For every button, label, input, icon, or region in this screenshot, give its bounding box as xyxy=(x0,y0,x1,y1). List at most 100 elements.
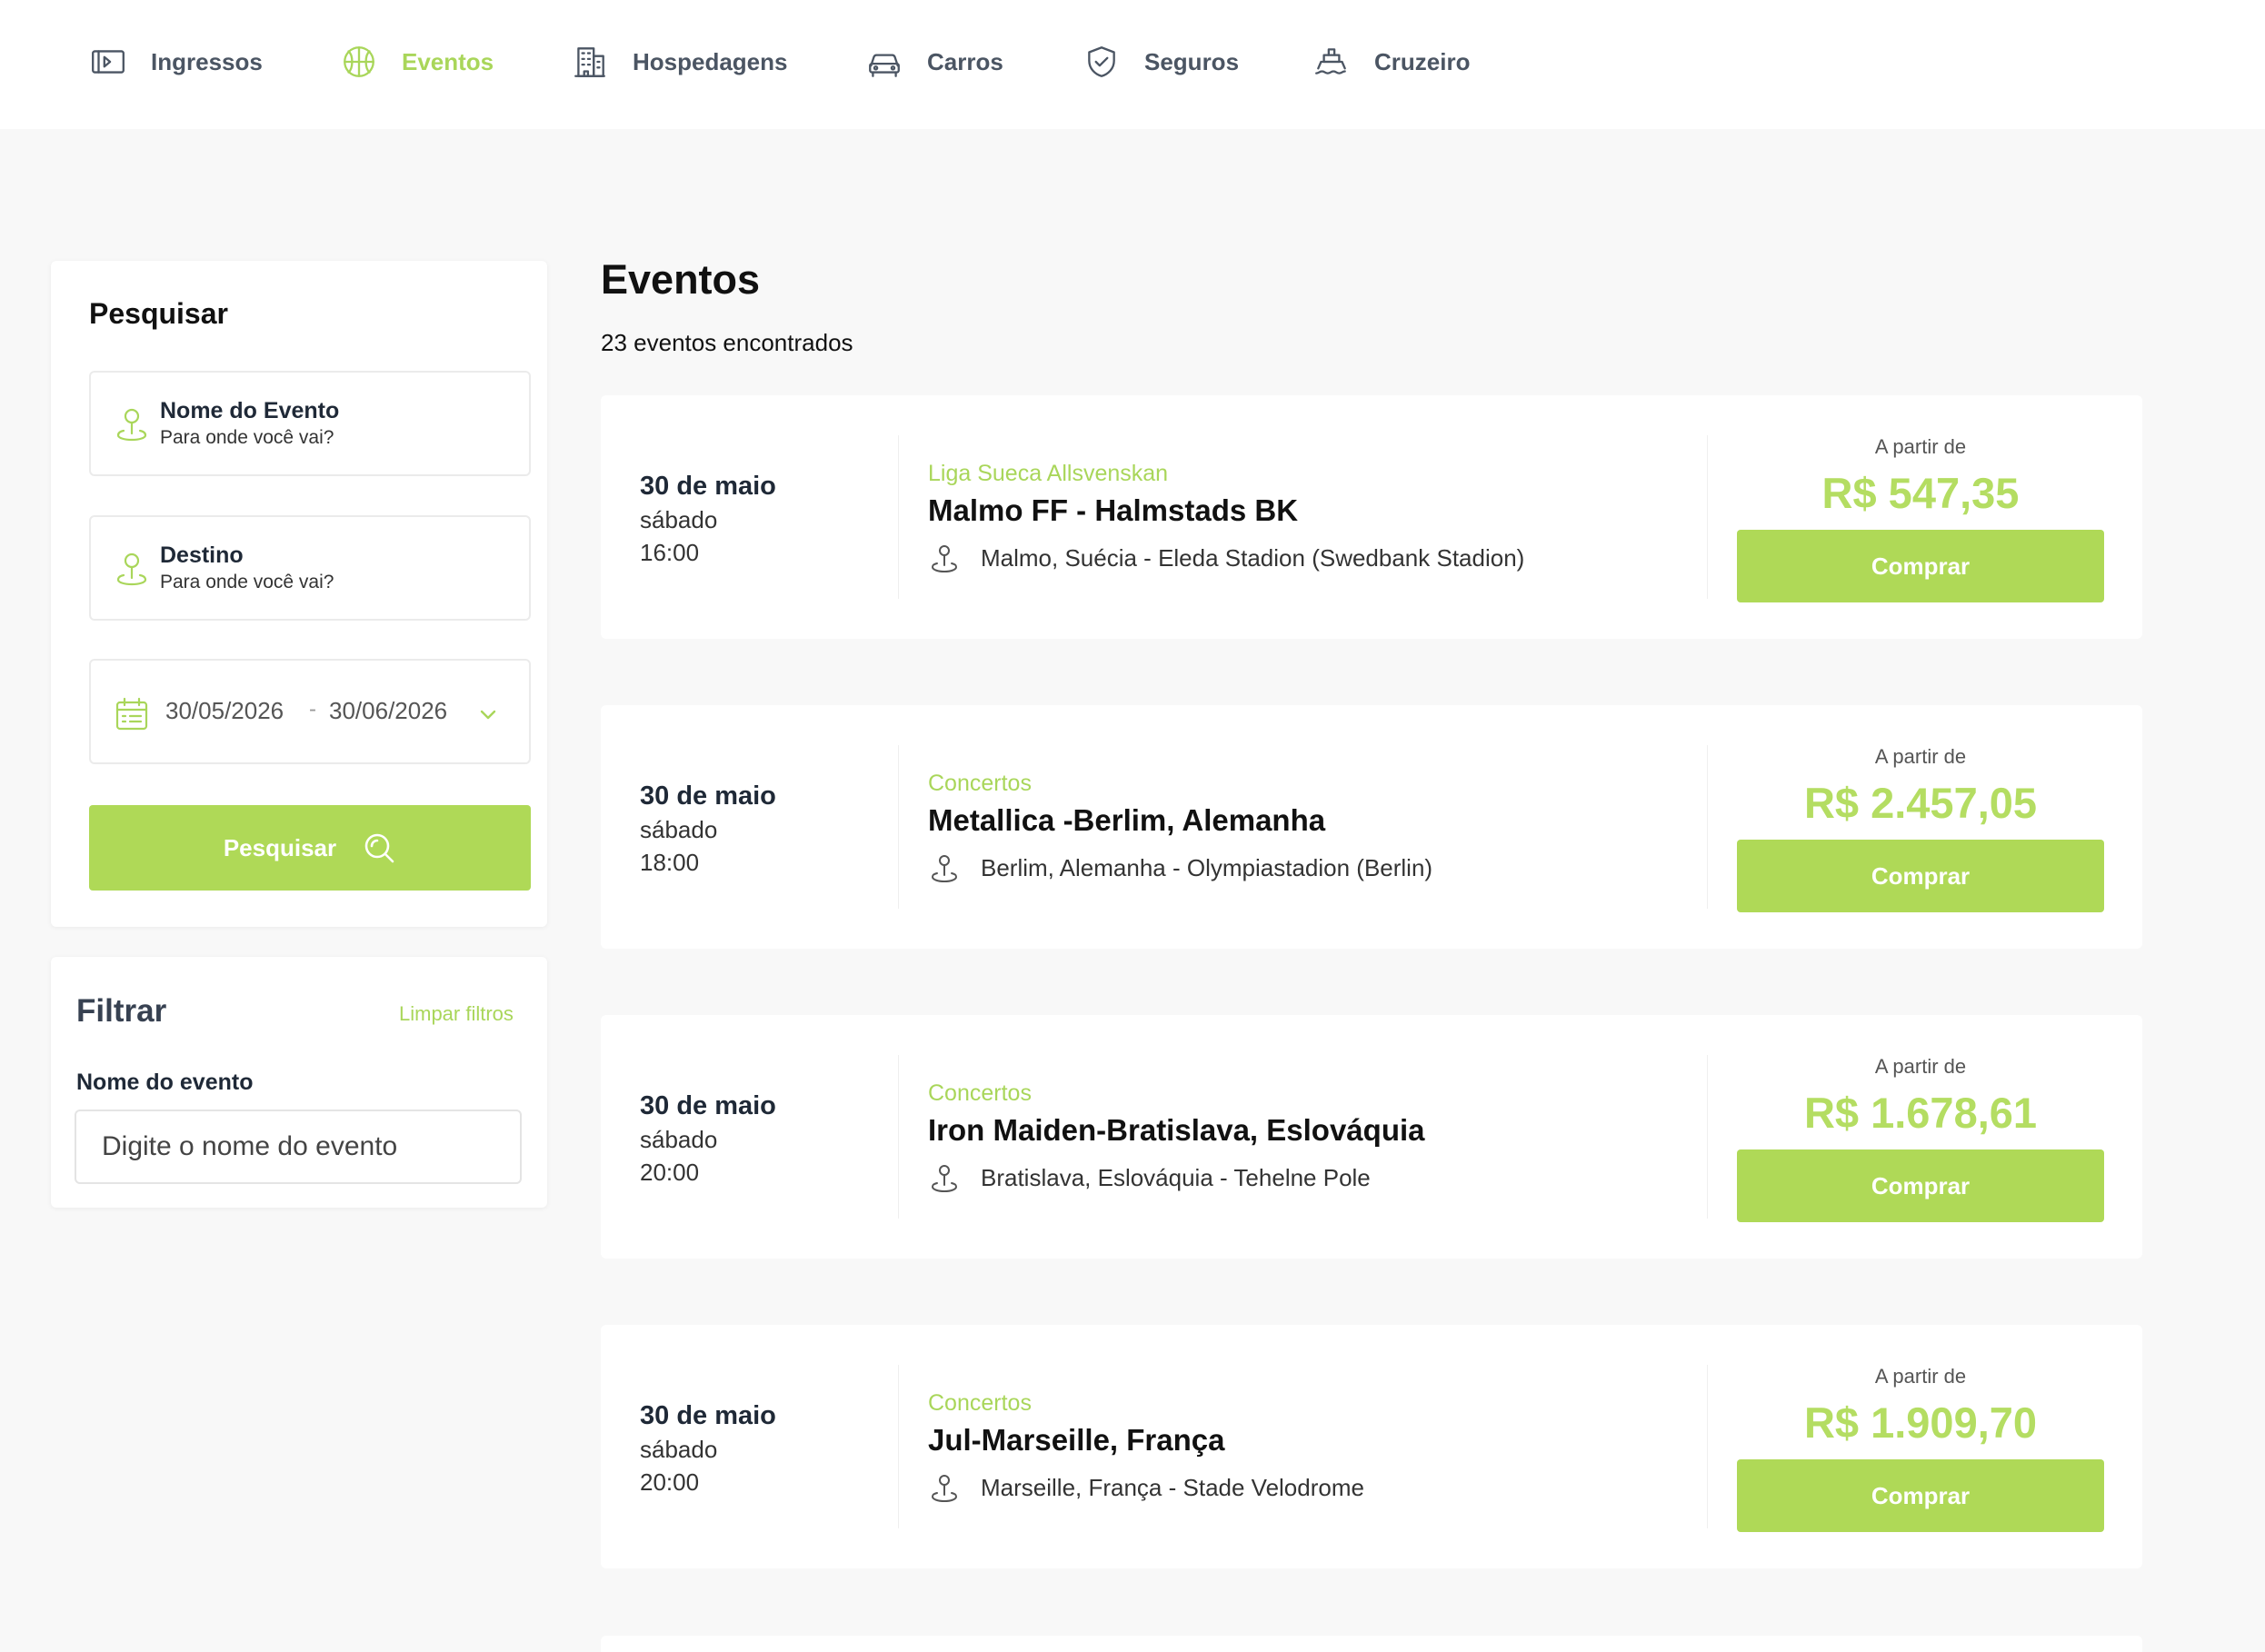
search-panel: Pesquisar Nome do Evento Para onde você … xyxy=(51,261,547,927)
date-separator: - xyxy=(309,697,316,722)
nav-label: Eventos xyxy=(402,47,494,75)
divider xyxy=(898,1365,899,1528)
search-button[interactable]: Pesquisar xyxy=(89,805,531,891)
nav-label: Carros xyxy=(927,47,1003,75)
price-label: A partir de xyxy=(1874,745,1967,768)
event-price: R$ 2.457,05 xyxy=(1803,779,2038,827)
search-title: Pesquisar xyxy=(89,297,228,330)
location-pin-icon xyxy=(116,552,147,586)
search-button-label: Pesquisar xyxy=(223,833,337,861)
event-name-filter-label: Nome do evento xyxy=(76,1070,254,1095)
event-date: 30 de maio xyxy=(640,1091,776,1120)
event-name-field-title: Nome do Evento xyxy=(160,398,340,423)
divider xyxy=(898,1055,899,1219)
divider xyxy=(1707,1055,1708,1219)
date-start: 30/05/2026 xyxy=(165,697,284,724)
event-venue: Berlim, Alemanha - Olympiastadion (Berli… xyxy=(981,854,1433,881)
buy-button[interactable]: Comprar xyxy=(1737,1459,2104,1532)
car-icon xyxy=(869,54,900,77)
filter-panel: Filtrar Limpar filtros Nome do evento xyxy=(51,957,547,1208)
buy-button[interactable]: Comprar xyxy=(1737,1149,2104,1222)
event-name-field-subtitle: Para onde você vai? xyxy=(160,427,334,448)
building-icon xyxy=(574,47,605,77)
event-time: 18:00 xyxy=(640,849,700,876)
calendar-icon xyxy=(115,697,148,731)
event-name-field[interactable]: Nome do Evento Para onde você vai? xyxy=(89,371,531,476)
event-category: Concertos xyxy=(928,1080,1032,1106)
clear-filters-link[interactable]: Limpar filtros xyxy=(399,1002,514,1026)
nav-item-hospedagens[interactable]: Hospedagens xyxy=(571,40,788,84)
event-name: Metallica -Berlim, Alemanha xyxy=(928,803,1326,837)
buy-button-label: Comprar xyxy=(1871,861,1971,890)
top-navigation: Ingressos Eventos Hospedagens Carros Seg… xyxy=(0,0,2265,129)
event-category: Concertos xyxy=(928,771,1032,796)
shield-icon xyxy=(1088,46,1115,77)
buy-button[interactable]: Comprar xyxy=(1737,840,2104,912)
nav-item-eventos[interactable]: Eventos xyxy=(340,40,494,84)
event-category: Concertos xyxy=(928,1390,1032,1416)
buy-button[interactable]: Comprar xyxy=(1737,530,2104,602)
buy-button-label: Comprar xyxy=(1871,1171,1971,1199)
event-price: R$ 1.678,61 xyxy=(1803,1089,2038,1137)
event-category: Liga Sueca Allsvenskan xyxy=(928,461,1169,486)
divider xyxy=(1707,1365,1708,1528)
destination-field-title: Destino xyxy=(160,542,244,568)
ticket-icon xyxy=(92,50,125,74)
nav-item-carros[interactable]: Carros xyxy=(865,40,1003,84)
date-range-picker[interactable]: 30/05/2026 - 30/06/2026 xyxy=(89,659,531,764)
nav-label: Cruzeiro xyxy=(1374,47,1471,75)
divider xyxy=(1707,745,1708,909)
location-pin-icon xyxy=(932,1165,957,1192)
event-date: 30 de maio xyxy=(640,781,776,811)
event-name: Iron Maiden-Bratislava, Eslováquia xyxy=(928,1113,1425,1147)
nav-item-seguros[interactable]: Seguros xyxy=(1083,40,1239,84)
nav-item-ingressos[interactable]: Ingressos xyxy=(89,40,263,84)
ship-icon xyxy=(1315,48,1346,75)
event-weekday: sábado xyxy=(640,816,718,843)
location-pin-icon xyxy=(932,1475,957,1502)
buy-button-label: Comprar xyxy=(1871,552,1971,580)
location-pin-icon xyxy=(932,545,957,572)
destination-field[interactable]: Destino Para onde você vai? xyxy=(89,515,531,621)
event-weekday: sábado xyxy=(640,506,718,533)
event-card: 30 de maio sábado 16:00 Liga Sueca Allsv… xyxy=(601,395,2142,639)
event-venue: Malmo, Suécia - Eleda Stadion (Swedbank … xyxy=(981,544,1525,572)
basketball-icon xyxy=(344,46,374,77)
price-label: A partir de xyxy=(1874,1055,1967,1078)
event-date: 30 de maio xyxy=(640,472,776,501)
event-date: 30 de maio xyxy=(640,1401,776,1430)
event-name: Malmo FF - Halmstads BK xyxy=(928,493,1299,527)
event-name-filter-input[interactable] xyxy=(75,1110,522,1184)
event-venue: Marseille, França - Stade Velodrome xyxy=(981,1474,1364,1501)
event-weekday: sábado xyxy=(640,1126,718,1153)
nav-label: Seguros xyxy=(1144,47,1240,75)
buy-button-label: Comprar xyxy=(1871,1481,1971,1509)
event-name: Jul-Marseille, França xyxy=(928,1423,1225,1457)
nav-label: Ingressos xyxy=(151,47,263,75)
event-card: 30 de maio sábado 18:00 Concertos Metall… xyxy=(601,705,2142,949)
date-end: 30/06/2026 xyxy=(329,697,448,724)
nav-label: Hospedagens xyxy=(633,47,788,75)
price-label: A partir de xyxy=(1874,1365,1967,1388)
divider xyxy=(898,745,899,909)
filter-title: Filtrar xyxy=(76,993,167,1029)
event-price: R$ 547,35 xyxy=(1821,469,2020,517)
event-card-partial xyxy=(601,1636,2142,1652)
destination-field-subtitle: Para onde você vai? xyxy=(160,572,334,592)
event-card: 30 de maio sábado 20:00 Concertos Jul-Ma… xyxy=(601,1325,2142,1568)
event-venue: Bratislava, Eslováquia - Tehelne Pole xyxy=(981,1164,1371,1191)
divider xyxy=(1707,435,1708,599)
results-count: 23 eventos encontrados xyxy=(601,329,853,356)
divider xyxy=(898,435,899,599)
nav-item-cruzeiro[interactable]: Cruzeiro xyxy=(1312,40,1470,84)
event-weekday: sábado xyxy=(640,1436,718,1463)
event-time: 20:00 xyxy=(640,1468,700,1496)
event-time: 20:00 xyxy=(640,1159,700,1186)
location-pin-icon xyxy=(932,855,957,882)
price-label: A partir de xyxy=(1874,435,1967,458)
event-time: 16:00 xyxy=(640,539,700,566)
event-price: R$ 1.909,70 xyxy=(1803,1398,2038,1447)
chevron-down-icon[interactable] xyxy=(476,702,500,726)
page-title: Eventos xyxy=(601,256,761,303)
location-pin-icon xyxy=(116,408,147,442)
